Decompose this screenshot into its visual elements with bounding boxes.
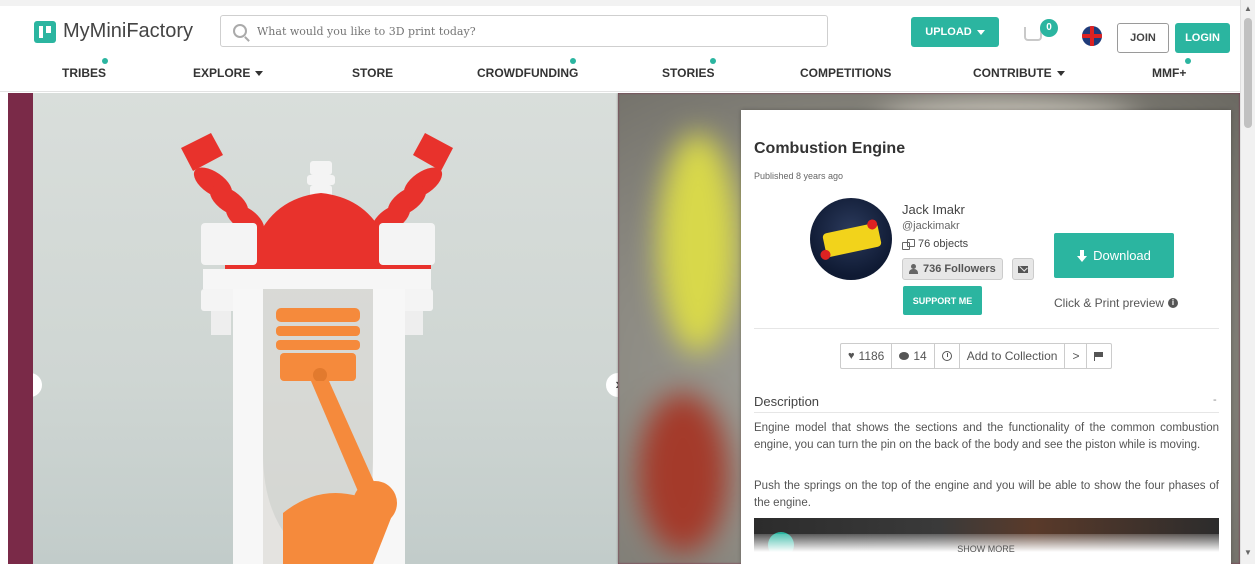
heart-icon: ♥	[848, 350, 855, 362]
add-user-icon	[909, 264, 919, 274]
search-input[interactable]	[257, 24, 817, 38]
divider	[754, 328, 1219, 329]
new-dot-icon	[710, 58, 716, 64]
avatar-car-image	[822, 222, 882, 258]
chevron-down-icon	[1056, 70, 1065, 76]
page-scrollbar[interactable]: ▲ ▼	[1240, 0, 1255, 564]
clock-icon	[941, 351, 952, 361]
nav-item-stories[interactable]: STORIES	[662, 58, 716, 80]
blur-shape	[638, 393, 728, 553]
nav-item-store[interactable]: STORE	[352, 66, 393, 80]
info-icon: i	[1168, 298, 1179, 308]
nav-item-label: CROWDFUNDING	[477, 66, 579, 80]
message-button[interactable]	[1012, 258, 1034, 280]
comment-count: 14	[913, 349, 927, 363]
blur-shape	[658, 133, 738, 353]
stats-bar: ♥ 1186 14 Add to Collection >	[840, 343, 1113, 369]
support-me-button[interactable]: SUPPORT ME	[903, 286, 982, 315]
description-collapse-toggle[interactable]: -	[1213, 394, 1217, 406]
description-paragraph: Push the springs on the top of the engin…	[754, 480, 1219, 509]
upload-button[interactable]: UPLOAD	[911, 17, 999, 47]
show-more-label: SHOW MORE	[957, 544, 1015, 554]
nav-item-label: CONTRIBUTE	[973, 66, 1052, 80]
logo-text: MyMiniFactory	[63, 20, 194, 42]
objects-icon	[902, 239, 915, 250]
new-dot-icon	[1185, 58, 1191, 64]
nav-item-tribes[interactable]: TRIBES	[62, 58, 108, 80]
nav-item-label: MMF+	[1152, 66, 1187, 80]
object-info-panel: Combustion Engine Published 8 years ago …	[741, 110, 1231, 564]
flag-icon	[1094, 351, 1104, 361]
scroll-down-icon[interactable]: ▼	[1243, 548, 1253, 557]
designer-objects[interactable]: 76 objects	[902, 238, 968, 250]
download-icon	[1077, 249, 1088, 262]
nav-item-crowdfunding[interactable]: CROWDFUNDING	[477, 58, 579, 80]
scroll-up-icon[interactable]: ▲	[1243, 4, 1253, 13]
nav-item-label: COMPETITIONS	[800, 66, 892, 80]
upload-label: UPLOAD	[925, 26, 972, 38]
logo[interactable]: MyMiniFactory	[34, 20, 193, 43]
object-title: Combustion Engine	[754, 140, 906, 157]
like-button[interactable]: ♥ 1186	[841, 344, 893, 368]
designer-avatar[interactable]	[810, 198, 892, 280]
comments-button[interactable]: 14	[892, 344, 935, 368]
nav-item-label: TRIBES	[62, 66, 107, 80]
nav-item-mmf-plus[interactable]: MMF+	[1152, 58, 1191, 80]
chevron-down-icon	[255, 70, 264, 76]
new-dot-icon	[102, 58, 108, 64]
divider	[754, 412, 1219, 413]
nav-item-contribute[interactable]: CONTRIBUTE	[973, 66, 1065, 80]
uk-flag-icon[interactable]	[1082, 26, 1102, 46]
description-heading: Description	[754, 394, 820, 409]
nav-item-competitions[interactable]: COMPETITIONS	[800, 66, 891, 80]
object-photo: ‹ ›	[33, 93, 618, 564]
cart-button[interactable]: 0	[1024, 19, 1058, 47]
nav-item-explore[interactable]: EXPLORE	[193, 66, 264, 80]
download-label: Download	[1093, 248, 1151, 263]
nav-item-label: STORIES	[662, 66, 715, 80]
cart-count-badge: 0	[1040, 19, 1058, 37]
search-icon	[233, 24, 247, 38]
login-button[interactable]: LOGIN	[1175, 23, 1230, 53]
like-count: 1186	[858, 349, 885, 363]
comment-icon	[899, 352, 910, 360]
download-button[interactable]: Download	[1054, 233, 1174, 278]
designer-handle[interactable]: @jackimakr	[902, 220, 960, 232]
chevron-down-icon	[976, 29, 985, 35]
site-header: MyMiniFactory UPLOAD 0 JOIN LOGIN TRIBES…	[0, 0, 1240, 92]
engine-image	[181, 133, 453, 564]
follow-button[interactable]: 736 Followers	[902, 258, 1003, 280]
click-print-preview-link[interactable]: Click & Print preview i	[1054, 296, 1179, 310]
share-button[interactable]: >	[1065, 344, 1088, 368]
search-bar[interactable]	[220, 15, 828, 47]
show-more-button[interactable]: SHOW MORE	[741, 534, 1231, 564]
page: MyMiniFactory UPLOAD 0 JOIN LOGIN TRIBES…	[0, 0, 1255, 564]
scrollbar-thumb[interactable]	[1244, 18, 1252, 128]
share-icon: >	[1072, 349, 1080, 363]
new-dot-icon	[570, 58, 576, 64]
nav-item-label: STORE	[352, 66, 394, 80]
envelope-icon	[1018, 265, 1028, 273]
objects-count: 76 objects	[918, 238, 969, 250]
followers-count: 736 Followers	[923, 263, 996, 275]
main-nav: TRIBES EXPLORE STORE CROWDFUNDING STORIE…	[0, 58, 1240, 86]
add-to-collection-button[interactable]: Add to Collection	[960, 344, 1066, 368]
history-button[interactable]	[935, 344, 960, 368]
join-button[interactable]: JOIN	[1117, 23, 1169, 53]
published-date: Published 8 years ago	[754, 171, 844, 181]
nav-item-label: EXPLORE	[193, 66, 251, 80]
preview-label: Click & Print preview	[1054, 296, 1165, 310]
designer-name[interactable]: Jack Imakr	[902, 202, 965, 217]
description-paragraph: Engine model that shows the sections and…	[754, 422, 1219, 451]
report-button[interactable]	[1087, 344, 1111, 368]
logo-icon	[34, 20, 56, 43]
